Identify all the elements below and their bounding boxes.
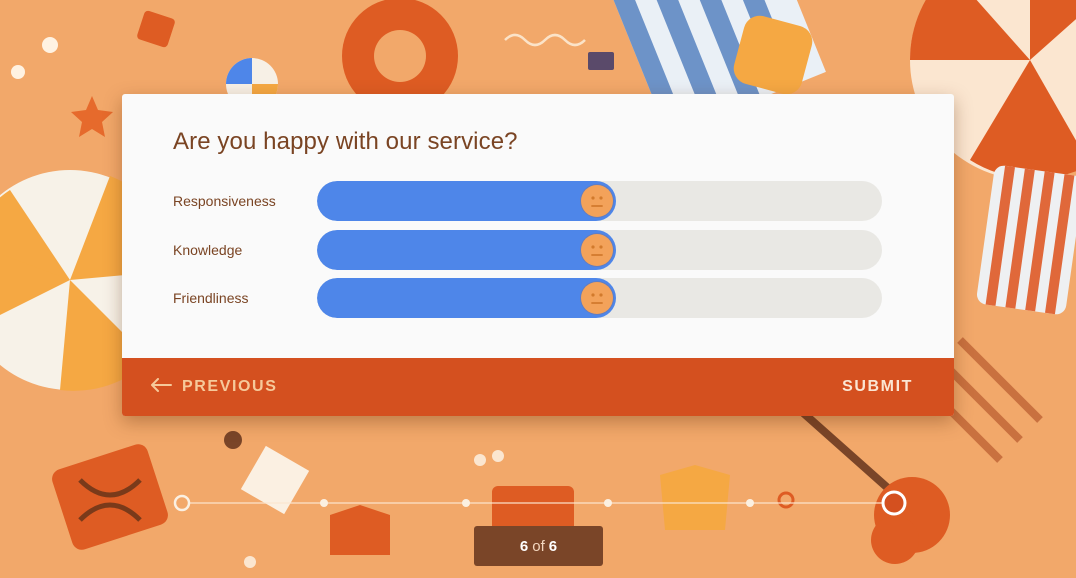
question-title: Are you happy with our service? — [173, 128, 518, 155]
page-separator: of — [532, 537, 545, 555]
rating-row-knowledge: Knowledge — [122, 230, 954, 270]
submit-button[interactable]: SUBMIT — [842, 375, 913, 399]
rating-label: Responsiveness — [173, 193, 276, 209]
rating-row-friendliness: Friendliness — [122, 278, 954, 318]
slider-fill — [317, 230, 617, 270]
rating-slider[interactable] — [317, 230, 882, 270]
previous-label: PREVIOUS — [182, 378, 278, 395]
step-marker — [604, 499, 612, 507]
rating-slider[interactable] — [317, 181, 882, 221]
rating-row-responsiveness: Responsiveness — [122, 181, 954, 221]
page-current: 6 — [519, 537, 529, 555]
rating-label: Knowledge — [173, 242, 243, 258]
page-total: 6 — [548, 537, 558, 555]
slider-fill — [317, 181, 617, 221]
previous-button[interactable]: PREVIOUS — [150, 375, 278, 399]
page-indicator: 6 of 6 — [474, 526, 603, 566]
step-marker-current — [881, 490, 907, 516]
submit-label: SUBMIT — [842, 378, 913, 395]
survey-card: Are you happy with our service? Responsi… — [122, 94, 954, 416]
step-marker — [173, 494, 191, 512]
neutral-face-icon[interactable] — [581, 185, 614, 217]
neutral-face-icon[interactable] — [581, 234, 614, 266]
arrow-left-icon — [150, 377, 172, 397]
step-marker — [320, 499, 328, 507]
slider-fill — [317, 278, 617, 318]
card-footer: PREVIOUS SUBMIT — [122, 358, 954, 416]
rating-label: Friendliness — [173, 290, 249, 306]
neutral-face-icon[interactable] — [581, 282, 614, 314]
step-marker — [746, 499, 754, 507]
step-marker — [462, 499, 470, 507]
rating-slider[interactable] — [317, 278, 882, 318]
